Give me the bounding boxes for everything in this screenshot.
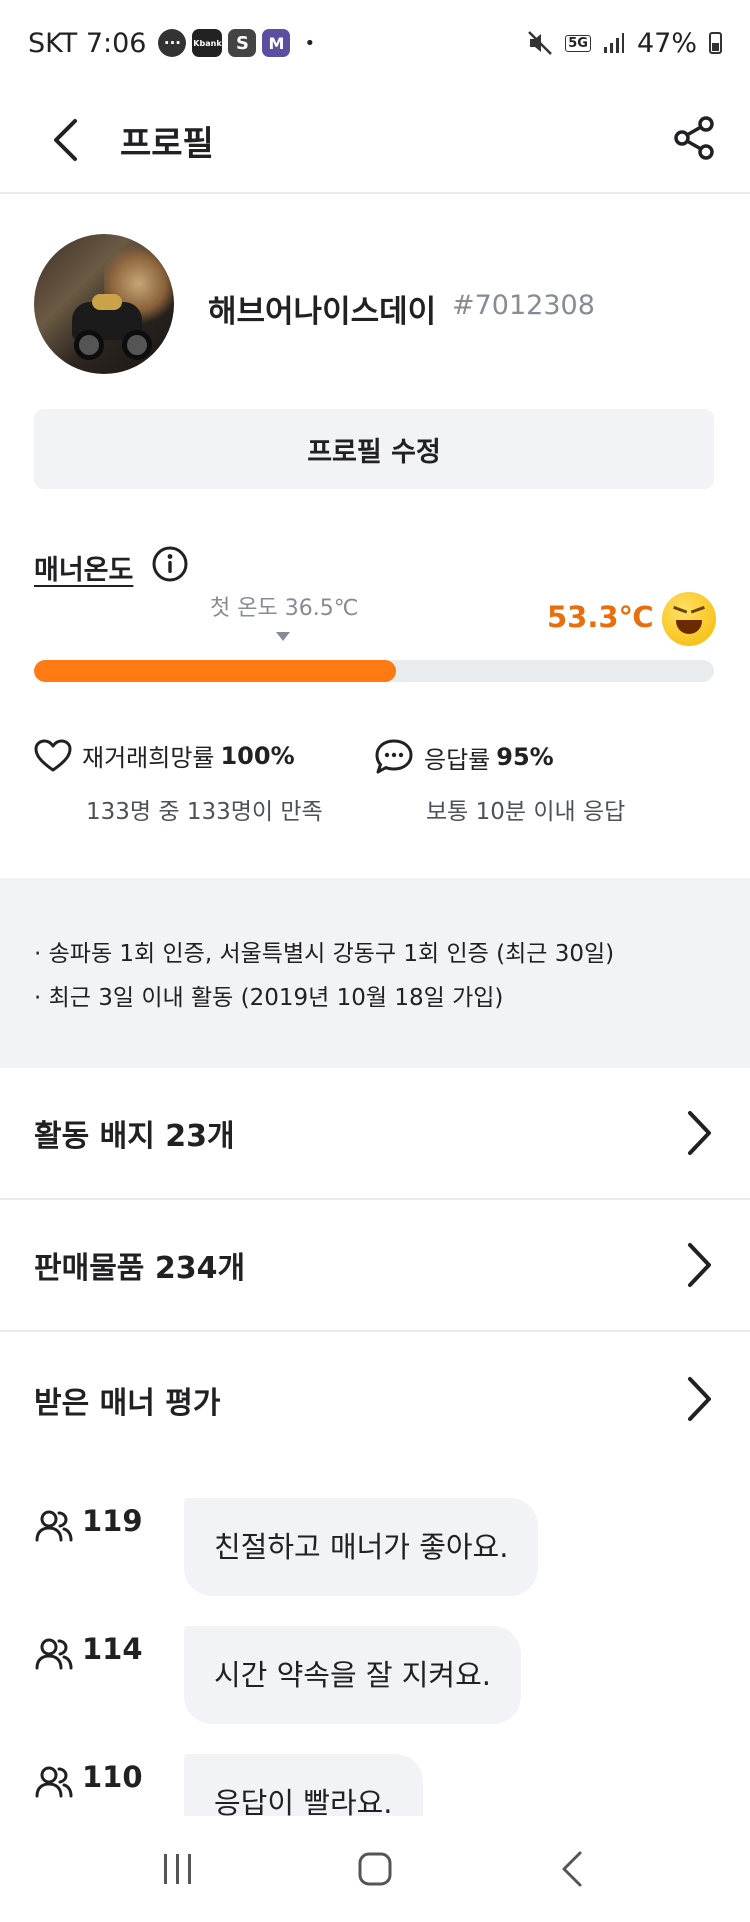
- response-rate: 응답률 95%: [374, 738, 554, 776]
- signal-icon: [603, 33, 624, 53]
- first-temp-marker: [276, 632, 290, 641]
- activity-line: · 최근 3일 이내 활동 (2019년 10월 18일 가입): [34, 985, 504, 1011]
- rebuy-rate-value: 100%: [220, 741, 295, 770]
- review-count: 119: [82, 1504, 143, 1538]
- review-text: 시간 약속을 잘 지켜요.: [184, 1626, 521, 1724]
- share-button[interactable]: [664, 108, 724, 168]
- manner-reviews-row[interactable]: 받은 매너 평가: [0, 1334, 750, 1466]
- review-count: 110: [82, 1760, 143, 1794]
- s-app-icon: S: [228, 29, 257, 57]
- sale-items-label: 판매물품 234개: [34, 1251, 246, 1286]
- kbank-icon: Kbank: [192, 29, 223, 57]
- share-icon: [674, 116, 714, 160]
- verification-line: · 송파동 1회 인증, 서울특별시 강동구 1회 인증 (최근 30일): [34, 941, 615, 967]
- rebuy-rate-label: 재거래희망률: [82, 744, 215, 772]
- home-button[interactable]: [340, 1834, 410, 1904]
- verification-info-panel: · 송파동 1회 인증, 서울특별시 강동구 1회 인증 (최근 30일) · …: [0, 878, 750, 1068]
- heart-icon: [34, 739, 72, 771]
- chat-bubble-icon: [375, 739, 413, 774]
- recent-apps-button[interactable]: [143, 1834, 213, 1904]
- nickname: 해브어나이스데이: [208, 294, 437, 330]
- review-text: 응답이 빨라요.: [184, 1754, 423, 1816]
- manner-temp-label[interactable]: 매너온도: [34, 548, 133, 587]
- info-icon[interactable]: [150, 544, 190, 584]
- back-button[interactable]: [36, 110, 96, 170]
- review-item: 114 시간 약속을 잘 지켜요.: [34, 1626, 521, 1724]
- manner-temp-bar-fill: [34, 660, 397, 682]
- review-text: 친절하고 매너가 좋아요.: [184, 1498, 539, 1596]
- network-icon: 5G: [565, 34, 591, 52]
- review-item: 119 친절하고 매너가 좋아요.: [34, 1498, 539, 1596]
- activity-badges-row[interactable]: 활동 배지 23개: [0, 1068, 750, 1200]
- app-header: 프로필: [0, 86, 750, 194]
- manner-temp-bar: [34, 660, 714, 682]
- response-rate-sub: 보통 10분 이내 응답: [426, 799, 626, 825]
- response-rate-label: 응답률: [424, 745, 491, 774]
- chevron-right-icon: [688, 1243, 711, 1287]
- rebuy-rate-sub: 133명 중 133명이 만족: [86, 799, 323, 825]
- status-bar: SKT 7:06 ··· Kbank S M • 5G 47%: [0, 0, 750, 86]
- recent-apps-icon: [164, 1854, 192, 1884]
- battery-percent: 47%: [636, 27, 697, 59]
- review-count: 114: [82, 1632, 143, 1666]
- manner-reviews-label: 받은 매너 평가: [34, 1386, 221, 1421]
- page-title: 프로필: [120, 124, 214, 164]
- people-icon: [35, 1510, 73, 1542]
- chevron-right-icon: [688, 1377, 711, 1421]
- manner-temp-value: 53.3℃: [547, 600, 654, 634]
- response-rate-value: 95%: [496, 743, 554, 771]
- people-icon: [35, 1638, 73, 1670]
- people-icon: [35, 1766, 73, 1798]
- sale-items-row[interactable]: 판매물품 234개: [0, 1200, 750, 1332]
- avatar[interactable]: [34, 234, 174, 374]
- message-icon: ···: [158, 29, 187, 57]
- manner-review-list: 119 친절하고 매너가 좋아요. 114 시간 약속을 잘 지켜요. 110 …: [0, 1480, 750, 1816]
- edit-profile-button[interactable]: 프로필 수정: [34, 409, 714, 489]
- rebuy-rate: 재거래희망률 100%: [34, 738, 295, 773]
- more-notifications-dot: •: [304, 32, 316, 54]
- review-item: 110 응답이 빨라요.: [34, 1754, 423, 1816]
- chevron-left-icon: [54, 119, 77, 161]
- back-icon: [562, 1851, 582, 1887]
- status-time: SKT 7:06: [28, 27, 147, 59]
- system-nav-bar: [0, 1816, 750, 1922]
- home-icon: [358, 1852, 392, 1886]
- battery-icon: [709, 32, 722, 54]
- grinning-face-icon: [662, 592, 716, 646]
- first-temp-label: 첫 온도 36.5℃: [210, 596, 359, 621]
- mute-icon: [528, 31, 553, 55]
- notification-icons: ··· Kbank S M •: [158, 29, 315, 57]
- chevron-right-icon: [688, 1111, 711, 1155]
- m-app-icon: M: [262, 29, 291, 57]
- system-back-button[interactable]: [537, 1834, 607, 1904]
- user-id: #7012308: [452, 290, 595, 321]
- activity-badges-label: 활동 배지 23개: [34, 1119, 235, 1154]
